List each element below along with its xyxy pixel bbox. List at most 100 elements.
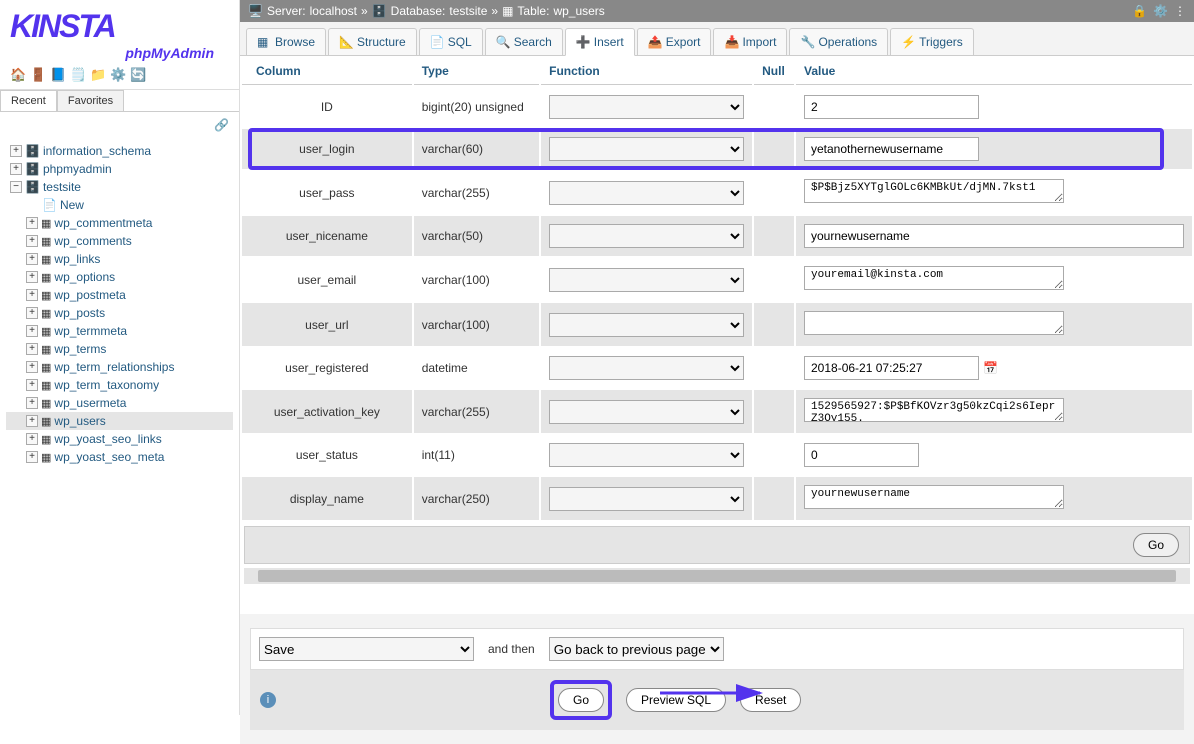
query-icon[interactable]: 🗒️ [70, 67, 86, 83]
table-icon: ▦ [41, 289, 51, 302]
tree-table-wp_term_relationships[interactable]: wp_term_relationships [54, 360, 174, 374]
tab-export[interactable]: 📤Export [637, 28, 712, 55]
expand-icon[interactable]: + [26, 325, 38, 337]
docs-icon[interactable]: 📘 [50, 67, 66, 83]
tab-favorites[interactable]: Favorites [57, 90, 124, 111]
function-select-ID[interactable] [549, 95, 744, 119]
table-icon: ▦ [41, 271, 51, 284]
expand-icon[interactable]: + [26, 289, 38, 301]
tree-table-wp_posts[interactable]: wp_posts [54, 306, 105, 320]
goback-select[interactable]: Go back to previous page [549, 637, 724, 661]
tree-table-wp_termmeta[interactable]: wp_termmeta [54, 324, 127, 338]
col-label-user_status: user_status [242, 435, 412, 475]
exit-icon[interactable]: 🚪 [30, 67, 46, 83]
db-information-schema[interactable]: information_schema [43, 144, 151, 158]
function-select-user_login[interactable] [549, 137, 744, 161]
function-select-user_activation_key[interactable] [549, 400, 744, 424]
value-display_name[interactable]: yournewusername [804, 485, 1064, 509]
value-user_login[interactable] [804, 137, 979, 161]
expand-icon[interactable]: + [26, 235, 38, 247]
reload-icon[interactable]: 🔄 [130, 67, 146, 83]
tab-browse[interactable]: ▦Browse [246, 28, 326, 55]
go-button-top[interactable]: Go [1133, 533, 1179, 557]
overflow-icon[interactable]: ⋮ [1174, 4, 1186, 18]
value-user_nicename[interactable] [804, 224, 1184, 248]
tree-table-wp_yoast_seo_meta[interactable]: wp_yoast_seo_meta [54, 450, 164, 464]
tree-table-wp_usermeta[interactable]: wp_usermeta [54, 396, 126, 410]
tab-search[interactable]: 🔍Search [485, 28, 563, 55]
info-icon[interactable]: i [260, 692, 276, 708]
nav-icon[interactable]: 📁 [90, 67, 106, 83]
horizontal-scrollbar[interactable] [244, 568, 1190, 584]
function-select-user_pass[interactable] [549, 181, 744, 205]
expand-icon[interactable]: + [26, 433, 38, 445]
type-label: int(11) [414, 435, 539, 475]
link-icon[interactable]: 🔗 [0, 112, 239, 138]
db-tree: +🗄️information_schema +🗄️phpmyadmin −🗄️t… [0, 138, 239, 470]
tree-table-wp_options[interactable]: wp_options [54, 270, 115, 284]
tree-table-wp_users[interactable]: wp_users [54, 414, 105, 428]
tab-import[interactable]: 📥Import [713, 28, 787, 55]
expand-icon[interactable]: + [26, 451, 38, 463]
function-select-user_nicename[interactable] [549, 224, 744, 248]
value-ID[interactable] [804, 95, 979, 119]
home-icon[interactable]: 🏠 [10, 67, 26, 83]
go-button[interactable]: Go [558, 688, 604, 712]
value-user_url[interactable] [804, 311, 1064, 335]
bc-database[interactable]: testsite [449, 4, 487, 18]
arrow-icon [660, 680, 770, 706]
tree-new[interactable]: New [60, 198, 84, 212]
function-select-user_url[interactable] [549, 313, 744, 337]
tab-triggers[interactable]: ⚡Triggers [890, 28, 974, 55]
db-phpmyadmin[interactable]: phpmyadmin [43, 162, 112, 176]
th-value: Value [796, 58, 1192, 85]
value-user_activation_key[interactable]: 1529565927:$P$BfKOVzr3g50kzCqi2s6IeprZ3O… [804, 398, 1064, 422]
expand-icon[interactable]: + [26, 379, 38, 391]
type-label: datetime [414, 348, 539, 388]
tree-table-wp_terms[interactable]: wp_terms [54, 342, 106, 356]
tree-table-wp_links[interactable]: wp_links [54, 252, 100, 266]
bc-table[interactable]: wp_users [553, 4, 604, 18]
expand-icon[interactable]: + [26, 253, 38, 265]
expand-icon[interactable]: + [26, 397, 38, 409]
tree-table-wp_comments[interactable]: wp_comments [54, 234, 131, 248]
type-label: bigint(20) unsigned [414, 87, 539, 127]
tree-table-wp_term_taxonomy[interactable]: wp_term_taxonomy [54, 378, 159, 392]
expand-icon[interactable]: + [26, 307, 38, 319]
tree-table-wp_commentmeta[interactable]: wp_commentmeta [54, 216, 152, 230]
expand-icon[interactable]: + [10, 163, 22, 175]
tab-insert[interactable]: ➕Insert [565, 28, 635, 56]
tree-table-wp_yoast_seo_links[interactable]: wp_yoast_seo_links [54, 432, 161, 446]
function-select-user_status[interactable] [549, 443, 744, 467]
value-user_pass[interactable]: $P$Bjz5XYTglGOLc6KMBkUt/djMN.7kst1 [804, 179, 1064, 203]
table-icon: ▦ [41, 451, 51, 464]
lock-icon[interactable]: 🔒 [1132, 4, 1147, 18]
tab-recent[interactable]: Recent [0, 90, 57, 111]
db-testsite[interactable]: testsite [43, 180, 81, 194]
value-user_registered[interactable] [804, 356, 979, 380]
bc-server[interactable]: localhost [310, 4, 357, 18]
expand-icon[interactable]: + [26, 343, 38, 355]
value-user_email[interactable]: youremail@kinsta.com [804, 266, 1064, 290]
bottom-bar: Save and then Go back to previous page i… [240, 614, 1194, 744]
function-select-user_email[interactable] [549, 268, 744, 292]
calendar-icon[interactable]: 📅 [983, 361, 999, 377]
expand-icon[interactable]: + [26, 271, 38, 283]
settings-icon[interactable]: ⚙️ [1153, 4, 1168, 18]
gear-icon[interactable]: ⚙️ [110, 67, 126, 83]
expand-icon[interactable]: + [10, 145, 22, 157]
collapse-icon[interactable]: − [10, 181, 22, 193]
expand-icon[interactable]: + [26, 415, 38, 427]
tab-operations[interactable]: 🔧Operations [789, 28, 888, 55]
function-select-display_name[interactable] [549, 487, 744, 511]
expand-icon[interactable]: + [26, 361, 38, 373]
tab-sql[interactable]: 📄SQL [419, 28, 483, 55]
tab-structure[interactable]: 📐Structure [328, 28, 417, 55]
expand-icon[interactable]: + [26, 217, 38, 229]
function-select-user_registered[interactable] [549, 356, 744, 380]
save-select[interactable]: Save [259, 637, 474, 661]
col-label-user_nicename: user_nicename [242, 216, 412, 256]
value-user_status[interactable] [804, 443, 919, 467]
col-label-user_activation_key: user_activation_key [242, 390, 412, 433]
tree-table-wp_postmeta[interactable]: wp_postmeta [54, 288, 125, 302]
